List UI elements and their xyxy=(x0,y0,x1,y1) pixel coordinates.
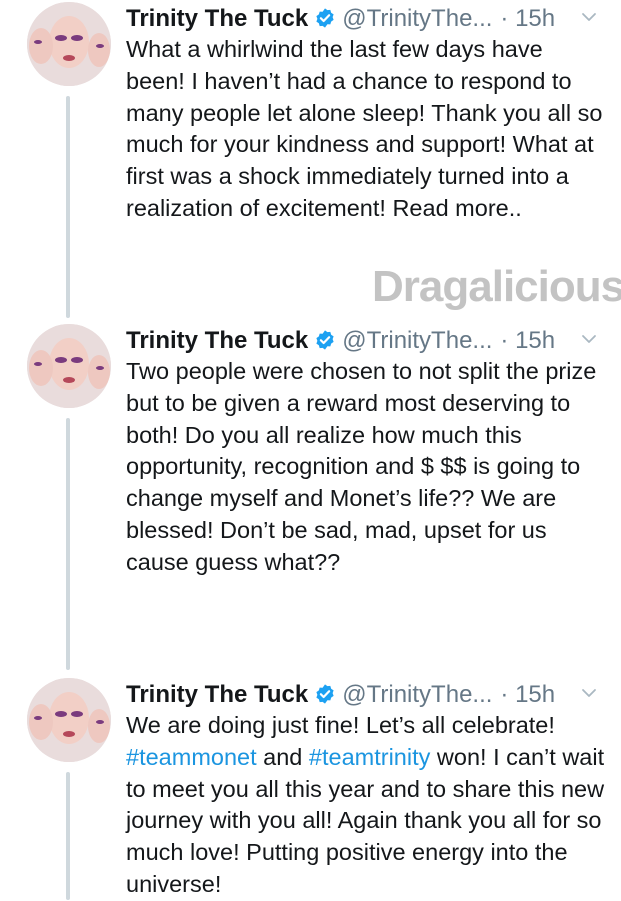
author-name[interactable]: Trinity The Tuck xyxy=(126,327,308,354)
author-name[interactable]: Trinity The Tuck xyxy=(126,5,308,32)
tweet-header: Trinity The Tuck @TrinityThe... · 15h xyxy=(126,324,555,358)
avatar[interactable] xyxy=(27,324,111,408)
chevron-down-icon[interactable] xyxy=(580,330,598,348)
tweet-text-segment: Two people were chosen to not split the … xyxy=(126,358,597,575)
tweet-text: We are doing just fine! Let’s all celebr… xyxy=(126,710,606,901)
chevron-down-icon[interactable] xyxy=(580,8,598,26)
thread-line xyxy=(66,772,70,900)
tweet-text: What a whirlwind the last few days have … xyxy=(126,34,606,225)
tweet-text-segment: We are doing just fine! Let’s all celebr… xyxy=(126,712,555,738)
chevron-down-icon[interactable] xyxy=(580,684,598,702)
tweet-timestamp[interactable]: · 15h xyxy=(500,5,555,32)
author-handle[interactable]: @TrinityThe... xyxy=(342,5,492,32)
thread-line xyxy=(66,418,70,670)
hashtag-link[interactable]: #teammonet xyxy=(126,744,257,770)
tweet-timestamp[interactable]: · 15h xyxy=(500,327,555,354)
author-handle[interactable]: @TrinityThe... xyxy=(342,681,492,708)
tweet-header: Trinity The Tuck @TrinityThe... · 15h xyxy=(126,678,555,712)
tweet-text-segment: and xyxy=(256,743,309,770)
author-handle[interactable]: @TrinityThe... xyxy=(342,327,492,354)
verified-badge-icon xyxy=(316,8,334,28)
thread-line xyxy=(66,96,70,318)
verified-badge-icon xyxy=(316,330,334,350)
hashtag-link[interactable]: #teamtrinity xyxy=(309,744,430,770)
tweet-header: Trinity The Tuck @TrinityThe... · 15h xyxy=(126,2,555,36)
watermark: Dragalicious xyxy=(372,262,621,311)
tweet-text-segment: What a whirlwind the last few days have … xyxy=(126,36,603,221)
verified-badge-icon xyxy=(316,684,334,704)
tweet-text: Two people were chosen to not split the … xyxy=(126,356,606,579)
tweet-timestamp[interactable]: · 15h xyxy=(500,681,555,708)
avatar[interactable] xyxy=(27,678,111,762)
author-name[interactable]: Trinity The Tuck xyxy=(126,681,308,708)
avatar[interactable] xyxy=(27,2,111,86)
